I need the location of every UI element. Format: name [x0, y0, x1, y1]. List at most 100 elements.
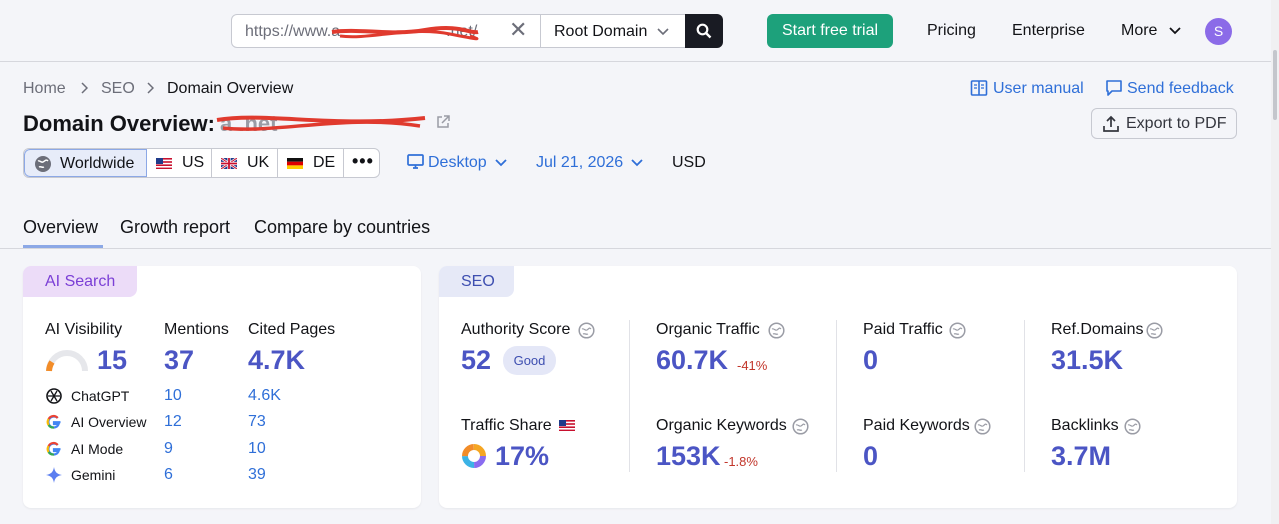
llm-name: Gemini — [71, 467, 116, 483]
export-pdf-button[interactable]: Export to PDF — [1091, 108, 1237, 139]
nav-more[interactable]: More — [1121, 22, 1157, 40]
region-selector: Worldwide US UK DE ••• — [23, 148, 380, 178]
nav-enterprise[interactable]: Enterprise — [1012, 22, 1085, 40]
redaction-scribble — [331, 26, 479, 41]
user-manual-link[interactable]: User manual — [993, 80, 1084, 98]
llm-cited[interactable]: 4.6K — [248, 387, 281, 405]
avatar[interactable]: S — [1205, 18, 1232, 45]
region-de[interactable]: DE — [278, 149, 344, 177]
divider — [0, 248, 1271, 249]
llm-name: AI Mode — [71, 441, 124, 457]
search-icon — [696, 23, 712, 39]
visibility-gauge-icon — [46, 350, 88, 372]
llm-name: ChatGPT — [71, 388, 130, 404]
llm-cited[interactable]: 73 — [248, 413, 266, 431]
paid-traffic-value[interactable]: 0 — [863, 345, 878, 376]
region-label: Worldwide — [60, 155, 135, 172]
backlinks-value[interactable]: 3.7M — [1051, 441, 1111, 472]
organic-traffic-value[interactable]: 60.7K — [656, 345, 728, 376]
chevron-right-icon — [147, 82, 154, 94]
upload-icon — [1103, 115, 1119, 132]
paid-keywords-value[interactable]: 0 — [863, 441, 878, 472]
info-globe-icon[interactable] — [1124, 418, 1141, 435]
cited-pages-value: 4.7K — [248, 345, 306, 375]
scrollbar-thumb[interactable] — [1273, 50, 1277, 120]
divider — [836, 320, 837, 472]
nav-pricing[interactable]: Pricing — [927, 22, 976, 40]
clear-icon[interactable]: ✕ — [509, 19, 527, 41]
uk-flag-icon — [221, 158, 237, 169]
llm-mentions[interactable]: 9 — [164, 440, 173, 458]
us-flag-icon — [559, 420, 575, 431]
region-uk[interactable]: UK — [212, 149, 278, 177]
llm-name: AI Overview — [71, 414, 147, 430]
organic-keywords-delta: -1.8% — [724, 454, 758, 469]
breadcrumb-seo[interactable]: SEO — [101, 80, 135, 98]
desktop-icon — [407, 154, 424, 169]
chevron-down-icon — [1169, 27, 1181, 35]
region-worldwide[interactable]: Worldwide — [24, 149, 147, 177]
start-free-trial-button[interactable]: Start free trial — [767, 14, 893, 48]
ref-domains-value[interactable]: 31.5K — [1051, 345, 1123, 376]
traffic-share-value[interactable]: 17% — [495, 441, 549, 472]
organic-keywords-label: Organic Keywords — [656, 417, 787, 434]
send-feedback-link[interactable]: Send feedback — [1127, 80, 1234, 98]
tab-overview[interactable]: Overview — [23, 217, 98, 238]
chevron-down-icon — [631, 159, 643, 167]
feedback-icon — [1106, 80, 1122, 96]
info-globe-icon[interactable] — [578, 322, 595, 339]
more-regions-button[interactable]: ••• — [344, 149, 379, 177]
llm-mentions[interactable]: 6 — [164, 466, 173, 484]
info-globe-icon[interactable] — [974, 418, 991, 435]
ref-domains-label: Ref.Domains — [1051, 321, 1144, 338]
paid-keywords-label: Paid Keywords — [863, 417, 970, 434]
seo-badge: SEO — [439, 266, 514, 297]
info-globe-icon[interactable] — [1146, 322, 1163, 339]
external-link-icon[interactable] — [435, 114, 451, 130]
divider — [629, 320, 630, 472]
chevron-down-icon — [657, 28, 669, 36]
seo-card: SEO — [439, 266, 1237, 508]
authority-score-label: Authority Score — [461, 321, 571, 338]
llm-cited[interactable]: 39 — [248, 466, 266, 484]
region-label: UK — [247, 154, 270, 171]
export-pdf-label: Export to PDF — [1126, 115, 1227, 132]
date-filter[interactable]: Jul 21, 2026 — [536, 154, 623, 172]
more-dots-icon: ••• — [352, 151, 374, 171]
region-us[interactable]: US — [147, 149, 212, 177]
root-domain-label: Root Domain — [554, 23, 648, 40]
top-bar: https://www.a .net/ ✕ Root Domain Start f… — [0, 0, 1279, 62]
organic-keywords-value[interactable]: 153K — [656, 441, 721, 472]
mentions-value: 37 — [164, 345, 195, 375]
organic-traffic-delta: -41% — [737, 358, 768, 373]
search-button[interactable] — [685, 14, 723, 48]
llm-cited[interactable]: 10 — [248, 440, 266, 458]
region-label: DE — [313, 154, 336, 171]
traffic-share-donut-icon — [462, 444, 486, 468]
ai-visibility-label: AI Visibility — [45, 321, 123, 338]
info-globe-icon[interactable] — [792, 418, 809, 435]
breadcrumb-home[interactable]: Home — [23, 80, 66, 98]
authority-score-value[interactable]: 52 — [461, 345, 491, 376]
info-globe-icon[interactable] — [768, 322, 785, 339]
ai-search-badge: AI Search — [23, 266, 137, 297]
chevron-right-icon — [81, 82, 88, 94]
book-icon — [970, 80, 988, 96]
info-globe-icon[interactable] — [949, 322, 966, 339]
scrollbar[interactable] — [1271, 0, 1279, 524]
device-filter[interactable]: Desktop — [428, 154, 487, 172]
region-label: US — [182, 154, 205, 171]
google-icon — [46, 414, 61, 429]
llm-mentions[interactable]: 10 — [164, 387, 182, 405]
chatgpt-icon — [46, 388, 62, 404]
tab-growth-report[interactable]: Growth report — [120, 217, 230, 238]
root-domain-select[interactable]: Root Domain — [540, 14, 686, 48]
llm-mentions[interactable]: 12 — [164, 413, 182, 431]
paid-traffic-label: Paid Traffic — [863, 321, 943, 338]
de-flag-icon — [287, 158, 303, 169]
redaction-scribble — [216, 115, 426, 131]
google-icon — [46, 441, 61, 456]
us-flag-icon — [156, 158, 172, 169]
gemini-icon — [46, 467, 62, 483]
tab-compare-by-countries[interactable]: Compare by countries — [254, 217, 430, 238]
